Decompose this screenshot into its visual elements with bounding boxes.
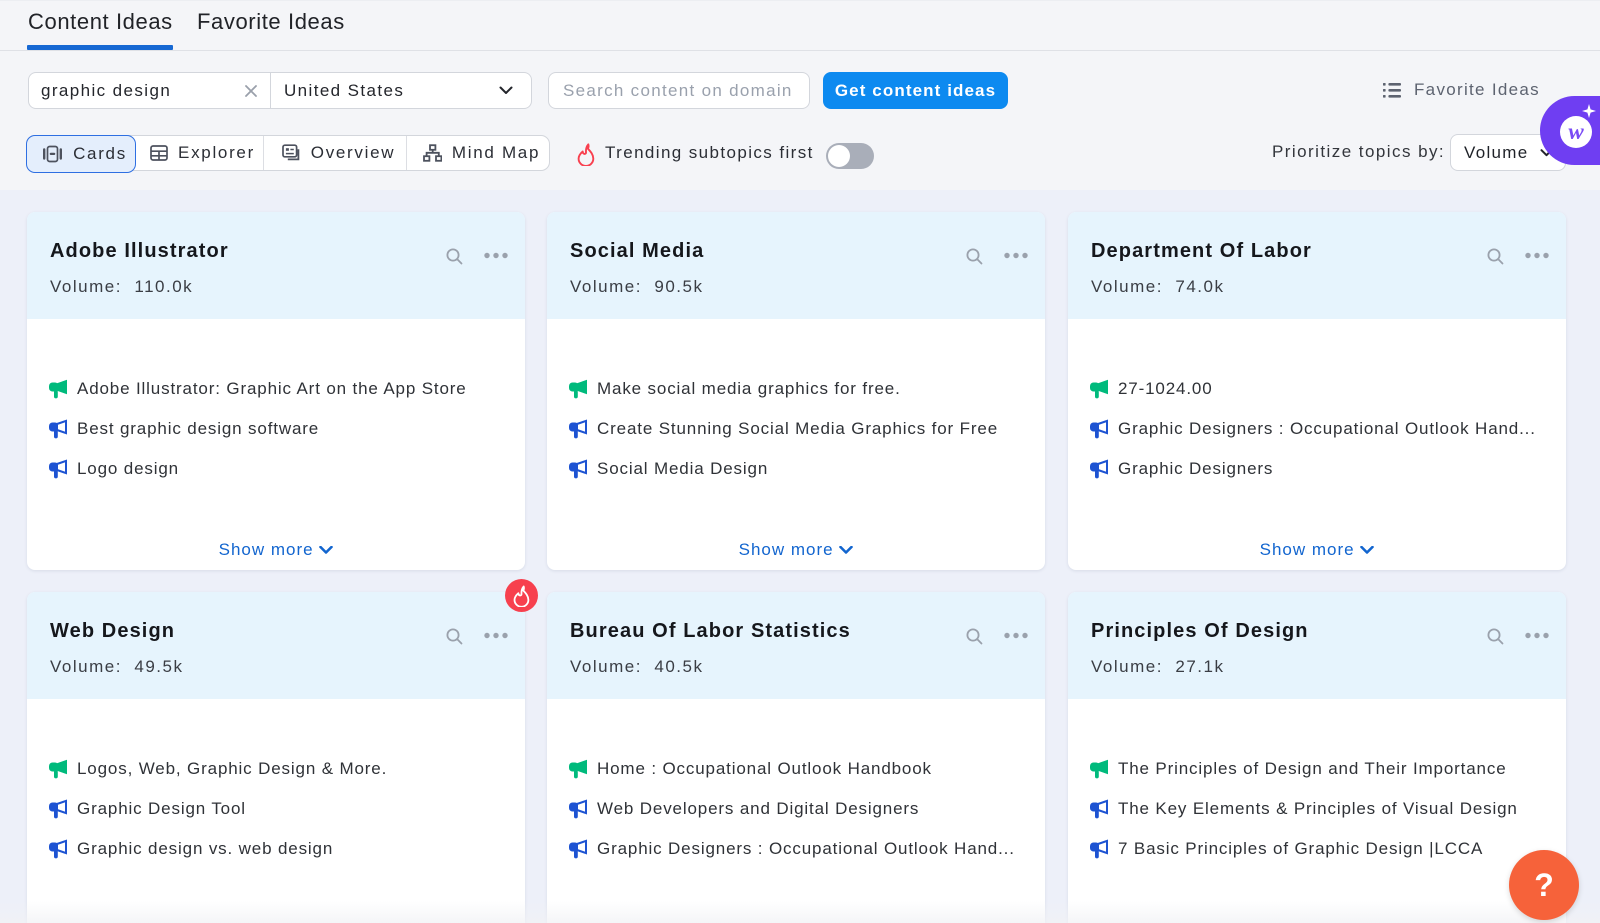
svg-text:w: w [1568, 119, 1584, 144]
